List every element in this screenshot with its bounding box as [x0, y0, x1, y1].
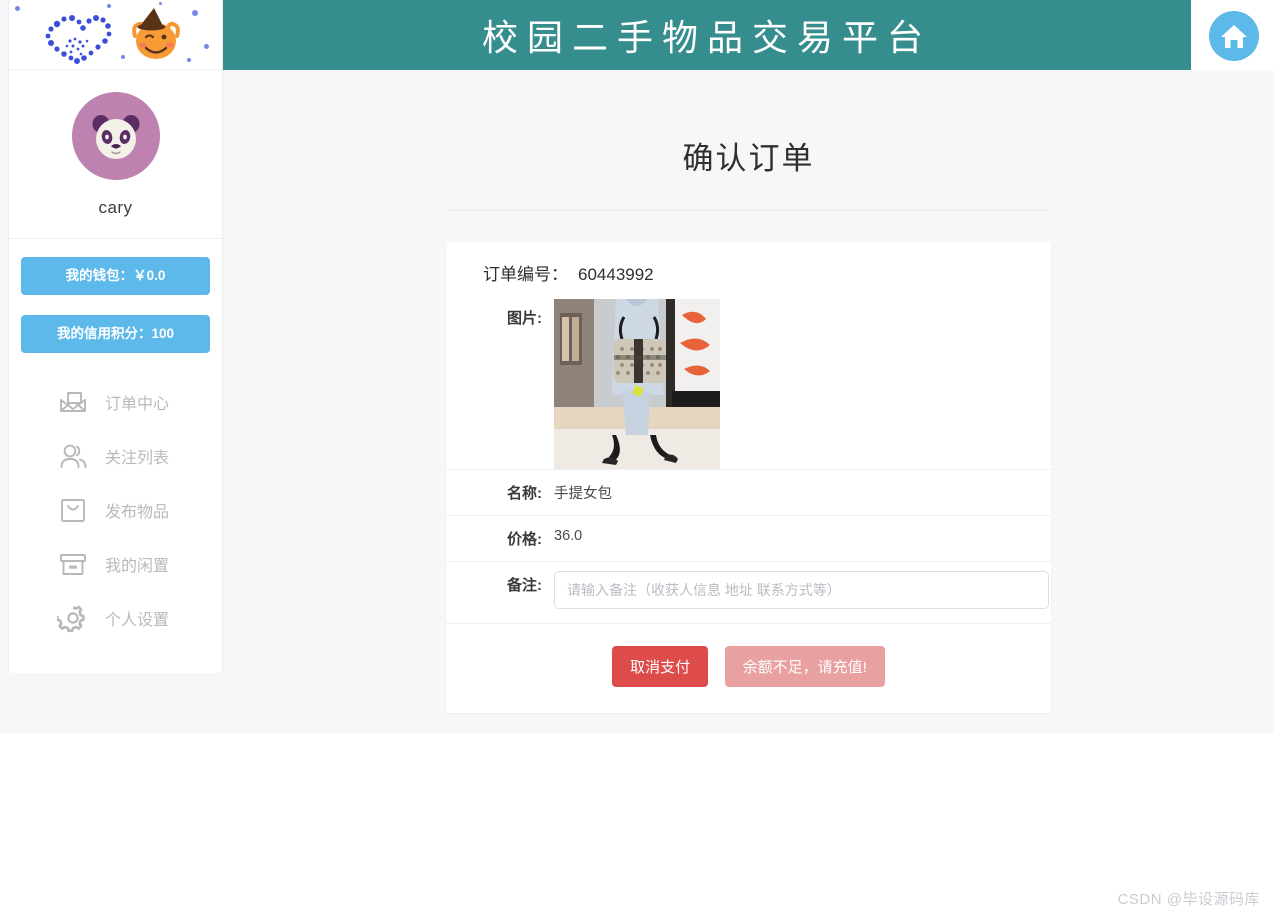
home-icon — [1219, 21, 1249, 51]
page-title: 确认订单 — [682, 141, 815, 176]
product-image-row: 图片: — [446, 293, 1051, 470]
note-label: 备注: — [507, 577, 542, 594]
insufficient-balance-button[interactable]: 余额不足，请充值! — [724, 646, 885, 687]
username: cary — [98, 198, 133, 217]
sidebar-item-my-idle-items[interactable]: 我的闲置 — [9, 537, 222, 591]
title-divider — [446, 210, 1051, 211]
site-title: 校园二手物品交易平台 — [481, 18, 932, 59]
sidebar-pills: 我的钱包：￥0.0 我的信用积分：100 — [9, 239, 222, 353]
product-image-label: 图片: — [507, 310, 542, 327]
shopping-bag-icon — [57, 494, 89, 526]
user-profile: cary — [9, 70, 222, 239]
dotted-heart-decoration — [37, 8, 127, 66]
order-number-value: 60443992 — [578, 265, 654, 284]
sidebar-item-order-center[interactable]: 订单中心 — [9, 375, 222, 429]
watermark: CSDN @毕设源码库 — [1117, 891, 1260, 908]
product-image[interactable] — [554, 299, 720, 469]
order-number-label: 订单编号： — [483, 265, 568, 284]
halloween-pumpkin-decoration — [127, 6, 185, 64]
envelope-icon — [57, 386, 89, 418]
product-price-value: 36.0 — [554, 528, 583, 544]
product-name-value: 手提女包 — [554, 486, 612, 502]
product-price-row: 价格: 36.0 — [446, 516, 1051, 562]
note-input[interactable] — [554, 571, 1049, 609]
product-price-label: 价格: — [507, 531, 542, 548]
sidebar-item-publish-item[interactable]: 发布物品 — [9, 483, 222, 537]
cancel-payment-button[interactable]: 取消支付 — [612, 646, 709, 687]
order-card: 订单编号： 60443992 图片: 名称: 手提女包 价格: 36.0 备注:… — [446, 242, 1051, 713]
sidebar-item-following-list[interactable]: 关注列表 — [9, 429, 222, 483]
sidebar-banner — [9, 0, 222, 70]
order-actions: 取消支付 余额不足，请充值! — [446, 623, 1051, 713]
main-content: 确认订单 订单编号： 60443992 图片: 名称: 手提女包 价格: 36.… — [223, 70, 1274, 733]
product-name-label: 名称: — [507, 485, 542, 502]
home-button[interactable] — [1209, 11, 1259, 61]
note-row: 备注: — [446, 562, 1051, 623]
gear-icon — [57, 602, 89, 634]
order-number-row: 订单编号： 60443992 — [446, 242, 1051, 293]
product-name-row: 名称: 手提女包 — [446, 470, 1051, 516]
sidebar: cary 我的钱包：￥0.0 我的信用积分：100 订单中心 关注列表 发布物品… — [8, 0, 223, 673]
sidebar-item-personal-settings[interactable]: 个人设置 — [9, 591, 222, 645]
sidebar-item-label: 关注列表 — [105, 450, 170, 467]
sidebar-item-label: 我的闲置 — [105, 558, 170, 575]
wallet-pill[interactable]: 我的钱包：￥0.0 — [21, 257, 210, 295]
sidebar-nav: 订单中心 关注列表 发布物品 我的闲置 个人设置 — [9, 375, 222, 655]
app-root: cary 我的钱包：￥0.0 我的信用积分：100 订单中心 关注列表 发布物品… — [0, 0, 1274, 733]
top-header: 校园二手物品交易平台 — [223, 0, 1274, 70]
sidebar-item-label: 发布物品 — [105, 504, 170, 521]
sidebar-item-label: 订单中心 — [105, 396, 170, 413]
sidebar-item-label: 个人设置 — [105, 612, 170, 629]
archive-box-icon — [57, 548, 89, 580]
users-icon — [57, 440, 89, 472]
header-banner: 校园二手物品交易平台 — [223, 0, 1191, 70]
credit-score-pill[interactable]: 我的信用积分：100 — [21, 315, 210, 353]
panda-avatar[interactable] — [71, 92, 160, 180]
